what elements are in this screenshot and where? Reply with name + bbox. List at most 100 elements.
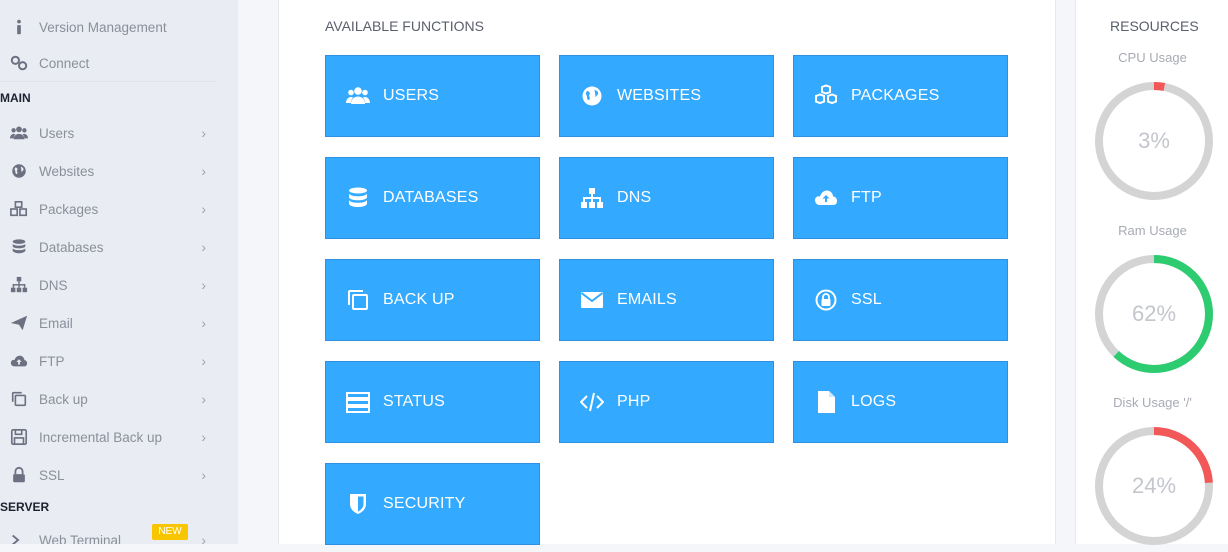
- sidebar-item-connect[interactable]: Connect: [0, 45, 216, 81]
- tile-label: WEBSITES: [617, 87, 702, 104]
- lock-icon: [9, 465, 29, 485]
- disk-usage-gauge: 24%: [1093, 425, 1215, 547]
- tile-label: PHP: [617, 393, 651, 410]
- chevron-right-icon: ›: [201, 532, 206, 544]
- section-title: AVAILABLE FUNCTIONS: [325, 18, 484, 34]
- tile-label: FTP: [851, 189, 882, 206]
- sidebar-item-label: Users: [39, 125, 75, 141]
- sitemap-icon: [9, 275, 29, 295]
- database-icon: [9, 237, 29, 257]
- users-icon: [9, 123, 29, 143]
- tile-label: BACK UP: [383, 291, 455, 308]
- tile-label: LOGS: [851, 393, 897, 410]
- server-icon: [346, 390, 370, 414]
- cloud-upload-icon: [814, 186, 838, 210]
- sidebar-item-label: Connect: [39, 55, 90, 71]
- cpu-usage-gauge: 3%: [1093, 80, 1215, 202]
- chevron-right-icon: ›: [201, 239, 206, 255]
- tile-logs[interactable]: LOGS: [793, 361, 1008, 443]
- tile-packages[interactable]: PACKAGES: [793, 55, 1008, 137]
- sidebar-heading-server: SERVER: [0, 500, 50, 514]
- globe-icon: [580, 84, 604, 108]
- sidebar-item-email[interactable]: Email ›: [0, 305, 216, 341]
- tile-label: PACKAGES: [851, 87, 940, 104]
- sidebar-item-packages[interactable]: Packages ›: [0, 191, 216, 227]
- disk-usage-value: 24%: [1131, 473, 1177, 498]
- tile-users[interactable]: USERS: [325, 55, 540, 137]
- sidebar-item-label: Web Terminal: [39, 532, 122, 545]
- chevron-right-icon: ›: [201, 429, 206, 445]
- disk-usage-label: Disk Usage '/': [1113, 395, 1192, 410]
- sidebar-item-label: Incremental Back up: [39, 429, 163, 445]
- sidebar-item-websites[interactable]: Websites ›: [0, 153, 216, 189]
- paper-plane-icon: [9, 313, 29, 333]
- sidebar-item-label: Back up: [39, 391, 88, 407]
- chevron-right-icon: ›: [201, 125, 206, 141]
- tile-emails[interactable]: EMAILS: [559, 259, 774, 341]
- tile-dns[interactable]: DNS: [559, 157, 774, 239]
- sidebar: Version Management Connect MAIN Users › …: [0, 0, 238, 544]
- ram-usage-gauge: 62%: [1093, 253, 1215, 375]
- tile-backup[interactable]: BACK UP: [325, 259, 540, 341]
- tile-databases[interactable]: DATABASES: [325, 157, 540, 239]
- sidebar-item-backup[interactable]: Back up ›: [0, 381, 216, 417]
- sidebar-item-ssl[interactable]: SSL ›: [0, 457, 216, 493]
- link-icon: [9, 53, 29, 73]
- sidebar-item-databases[interactable]: Databases ›: [0, 229, 216, 265]
- sidebar-item-ftp[interactable]: FTP ›: [0, 343, 216, 379]
- file-icon: [814, 390, 838, 414]
- sidebar-heading-main: MAIN: [0, 91, 31, 105]
- tile-label: DATABASES: [383, 189, 479, 206]
- globe-icon: [9, 161, 29, 181]
- sidebar-item-label: SSL: [39, 467, 65, 483]
- tile-label: USERS: [383, 87, 440, 104]
- tile-php[interactable]: PHP: [559, 361, 774, 443]
- copy-icon: [9, 389, 29, 409]
- chevron-right-icon: ›: [201, 163, 206, 179]
- new-badge: NEW: [152, 524, 188, 540]
- shield-icon: [346, 492, 370, 516]
- chevron-right-icon: ›: [201, 353, 206, 369]
- sidebar-item-web-terminal[interactable]: Web Terminal NEW ›: [0, 522, 216, 544]
- copy-icon: [346, 288, 370, 312]
- sitemap-icon: [580, 186, 604, 210]
- resources-title: RESOURCES: [1110, 18, 1199, 34]
- sidebar-item-label: DNS: [39, 277, 68, 293]
- ram-usage-label: Ram Usage: [1118, 223, 1187, 238]
- cubes-icon: [9, 199, 29, 219]
- database-icon: [346, 186, 370, 210]
- resources-panel: RESOURCES CPU Usage 3% Ram Usage 62% Dis…: [1075, 0, 1228, 547]
- tile-label: STATUS: [383, 393, 445, 410]
- tile-ssl[interactable]: SSL: [793, 259, 1008, 341]
- tile-websites[interactable]: WEBSITES: [559, 55, 774, 137]
- terminal-icon: [9, 530, 29, 544]
- sidebar-item-version-management[interactable]: Version Management: [0, 9, 216, 45]
- tile-label: EMAILS: [617, 291, 677, 308]
- tile-label: SSL: [851, 291, 882, 308]
- sidebar-item-label: FTP: [39, 353, 65, 369]
- chevron-right-icon: ›: [201, 201, 206, 217]
- chevron-right-icon: ›: [201, 315, 206, 331]
- sidebar-item-label: Version Management: [39, 19, 167, 35]
- cubes-icon: [814, 84, 838, 108]
- users-icon: [346, 84, 370, 108]
- sidebar-item-label: Databases: [39, 239, 104, 255]
- ram-usage-value: 62%: [1131, 301, 1177, 326]
- sidebar-item-dns[interactable]: DNS ›: [0, 267, 216, 303]
- tile-label: DNS: [617, 189, 652, 206]
- chevron-right-icon: ›: [201, 391, 206, 407]
- tile-security[interactable]: SECURITY: [325, 463, 540, 545]
- save-icon: [9, 427, 29, 447]
- tile-ftp[interactable]: FTP: [793, 157, 1008, 239]
- tile-status[interactable]: STATUS: [325, 361, 540, 443]
- tile-label: SECURITY: [383, 495, 466, 512]
- sidebar-divider: [0, 81, 216, 82]
- sidebar-item-label: Email: [39, 315, 73, 331]
- chevron-right-icon: ›: [201, 277, 206, 293]
- envelope-icon: [580, 288, 604, 312]
- sidebar-item-users[interactable]: Users ›: [0, 115, 216, 151]
- chevron-right-icon: ›: [201, 467, 206, 483]
- lock-icon: [814, 288, 838, 312]
- info-icon: [9, 17, 29, 37]
- sidebar-item-incremental-backup[interactable]: Incremental Back up ›: [0, 419, 216, 455]
